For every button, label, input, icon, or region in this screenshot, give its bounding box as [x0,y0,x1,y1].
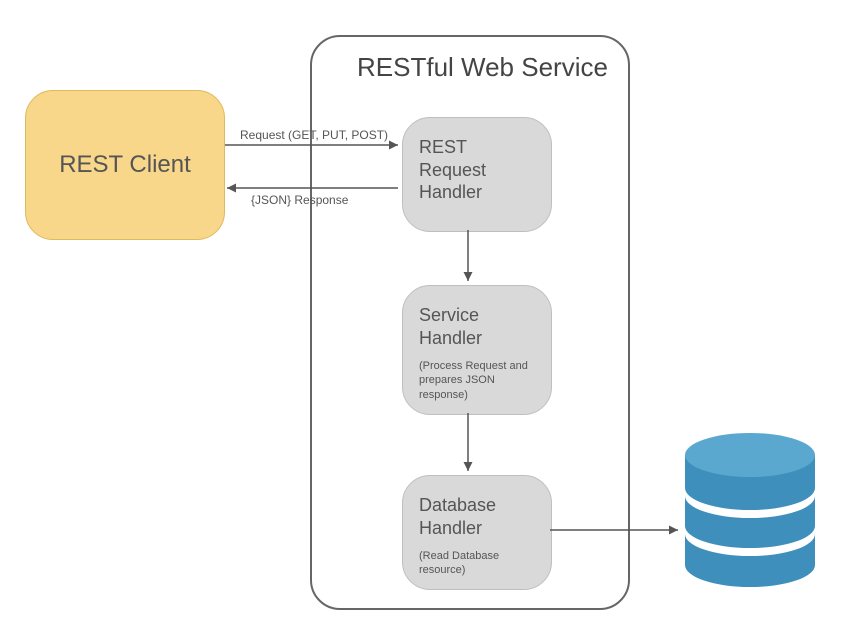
restful-web-service-container: RESTful Web Service REST Request Handler… [310,35,630,610]
rest-request-handler-title: REST Request Handler [419,136,535,204]
service-handler-title: Service Handler [419,304,535,349]
database-handler-title: Database Handler [419,494,535,539]
rest-client-box: REST Client [25,90,225,240]
database-handler-subtitle: (Read Database resource) [419,549,535,578]
service-title: RESTful Web Service [357,52,608,83]
database-handler-box: Database Handler (Read Database resource… [402,475,552,590]
service-handler-subtitle: (Process Request and prepares JSON respo… [419,359,535,402]
request-arrow-label: Request (GET, PUT, POST) [240,128,388,142]
service-handler-box: Service Handler (Process Request and pre… [402,285,552,415]
rest-client-label: REST Client [59,151,191,179]
response-arrow-label: {JSON} Response [251,193,348,207]
database-icon [680,430,820,590]
rest-request-handler-box: REST Request Handler [402,117,552,232]
